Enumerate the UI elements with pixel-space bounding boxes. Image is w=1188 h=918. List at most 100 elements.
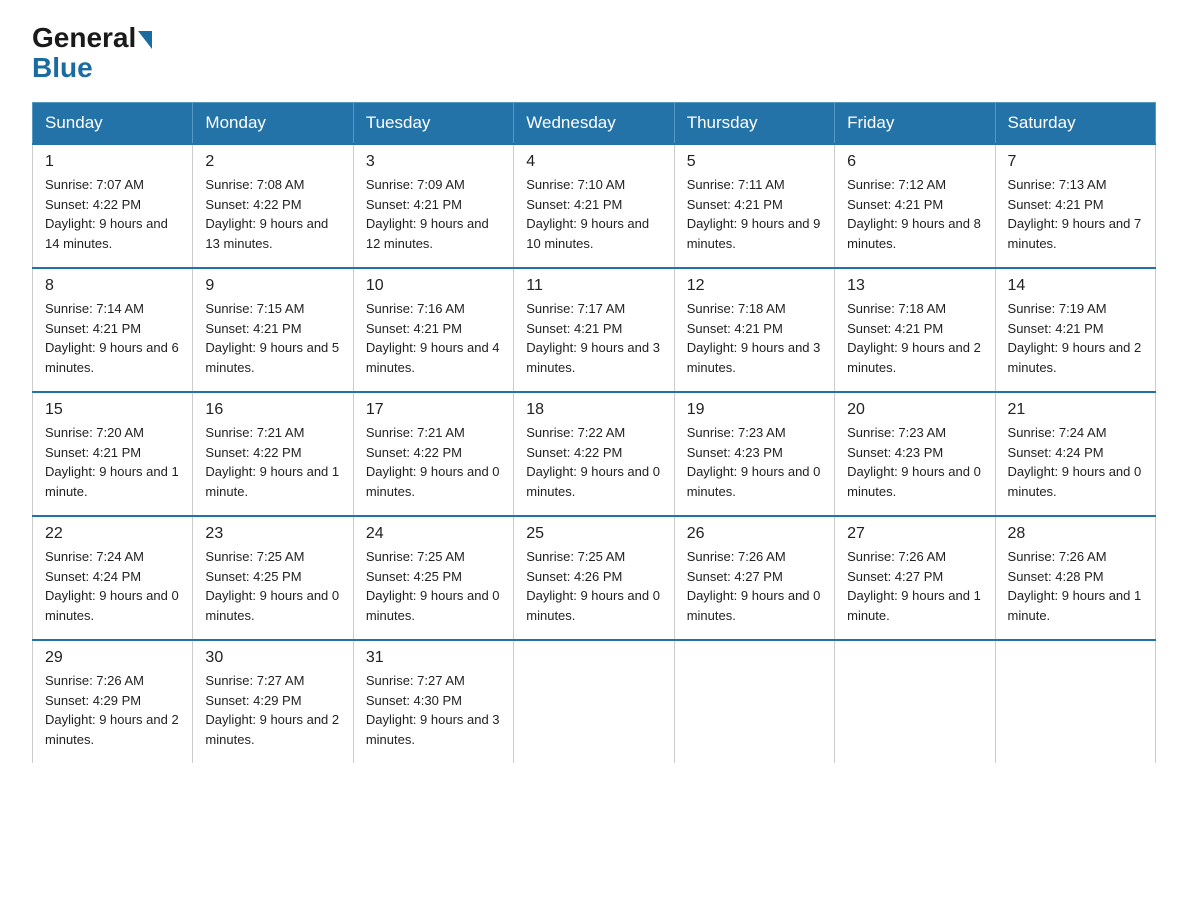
calendar-day-cell: 28 Sunrise: 7:26 AMSunset: 4:28 PMDayligh… — [995, 516, 1155, 640]
day-number: 24 — [366, 525, 501, 543]
day-number: 11 — [526, 277, 661, 295]
day-number: 1 — [45, 153, 180, 171]
calendar-week-row: 15 Sunrise: 7:20 AMSunset: 4:21 PMDayligh… — [33, 392, 1156, 516]
day-info: Sunrise: 7:11 AMSunset: 4:21 PMDaylight:… — [687, 175, 822, 253]
calendar-day-cell: 10 Sunrise: 7:16 AMSunset: 4:21 PMDayligh… — [353, 268, 513, 392]
day-number: 28 — [1008, 525, 1143, 543]
day-info: Sunrise: 7:19 AMSunset: 4:21 PMDaylight:… — [1008, 299, 1143, 377]
calendar-day-cell: 2 Sunrise: 7:08 AMSunset: 4:22 PMDaylight… — [193, 144, 353, 268]
day-number: 6 — [847, 153, 982, 171]
day-info: Sunrise: 7:08 AMSunset: 4:22 PMDaylight:… — [205, 175, 340, 253]
day-number: 3 — [366, 153, 501, 171]
calendar-day-cell: 26 Sunrise: 7:26 AMSunset: 4:27 PMDayligh… — [674, 516, 834, 640]
day-number: 21 — [1008, 401, 1143, 419]
calendar-day-cell: 16 Sunrise: 7:21 AMSunset: 4:22 PMDayligh… — [193, 392, 353, 516]
calendar-day-cell: 1 Sunrise: 7:07 AMSunset: 4:22 PMDaylight… — [33, 144, 193, 268]
calendar-header-tuesday: Tuesday — [353, 103, 513, 145]
day-info: Sunrise: 7:16 AMSunset: 4:21 PMDaylight:… — [366, 299, 501, 377]
day-info: Sunrise: 7:27 AMSunset: 4:30 PMDaylight:… — [366, 671, 501, 749]
day-info: Sunrise: 7:26 AMSunset: 4:28 PMDaylight:… — [1008, 547, 1143, 625]
calendar-header-row: SundayMondayTuesdayWednesdayThursdayFrid… — [33, 103, 1156, 145]
calendar-header-friday: Friday — [835, 103, 995, 145]
calendar-day-cell — [514, 640, 674, 763]
calendar-week-row: 22 Sunrise: 7:24 AMSunset: 4:24 PMDayligh… — [33, 516, 1156, 640]
day-number: 2 — [205, 153, 340, 171]
logo-blue-text: Blue — [32, 52, 93, 84]
day-info: Sunrise: 7:24 AMSunset: 4:24 PMDaylight:… — [45, 547, 180, 625]
day-number: 31 — [366, 649, 501, 667]
day-number: 12 — [687, 277, 822, 295]
calendar-day-cell: 4 Sunrise: 7:10 AMSunset: 4:21 PMDaylight… — [514, 144, 674, 268]
page-header: General Blue — [32, 24, 1156, 84]
day-number: 25 — [526, 525, 661, 543]
day-info: Sunrise: 7:25 AMSunset: 4:25 PMDaylight:… — [205, 547, 340, 625]
logo: General Blue — [32, 24, 152, 84]
calendar-day-cell: 19Sunrise: 7:23 AMSunset: 4:23 PMDayligh… — [674, 392, 834, 516]
day-number: 30 — [205, 649, 340, 667]
day-info: Sunrise: 7:13 AMSunset: 4:21 PMDaylight:… — [1008, 175, 1143, 253]
calendar-day-cell — [995, 640, 1155, 763]
day-number: 17 — [366, 401, 501, 419]
day-number: 10 — [366, 277, 501, 295]
calendar-day-cell: 27Sunrise: 7:26 AMSunset: 4:27 PMDayligh… — [835, 516, 995, 640]
calendar-day-cell — [674, 640, 834, 763]
day-info: Sunrise: 7:27 AMSunset: 4:29 PMDaylight:… — [205, 671, 340, 749]
day-info: Sunrise: 7:25 AMSunset: 4:25 PMDaylight:… — [366, 547, 501, 625]
day-number: 27 — [847, 525, 982, 543]
day-number: 4 — [526, 153, 661, 171]
day-info: Sunrise: 7:18 AMSunset: 4:21 PMDaylight:… — [687, 299, 822, 377]
day-info: Sunrise: 7:18 AMSunset: 4:21 PMDaylight:… — [847, 299, 982, 377]
calendar-week-row: 1 Sunrise: 7:07 AMSunset: 4:22 PMDaylight… — [33, 144, 1156, 268]
day-number: 7 — [1008, 153, 1143, 171]
day-info: Sunrise: 7:21 AMSunset: 4:22 PMDaylight:… — [205, 423, 340, 501]
logo-general-text: General — [32, 24, 136, 52]
calendar-day-cell: 7 Sunrise: 7:13 AMSunset: 4:21 PMDaylight… — [995, 144, 1155, 268]
day-info: Sunrise: 7:24 AMSunset: 4:24 PMDaylight:… — [1008, 423, 1143, 501]
day-info: Sunrise: 7:14 AMSunset: 4:21 PMDaylight:… — [45, 299, 180, 377]
day-number: 23 — [205, 525, 340, 543]
calendar-day-cell: 25 Sunrise: 7:25 AMSunset: 4:26 PMDayligh… — [514, 516, 674, 640]
logo-arrow-icon — [138, 31, 152, 49]
day-number: 26 — [687, 525, 822, 543]
day-info: Sunrise: 7:07 AMSunset: 4:22 PMDaylight:… — [45, 175, 180, 253]
calendar-day-cell: 3 Sunrise: 7:09 AMSunset: 4:21 PMDaylight… — [353, 144, 513, 268]
calendar-day-cell: 6 Sunrise: 7:12 AMSunset: 4:21 PMDaylight… — [835, 144, 995, 268]
calendar-day-cell: 30 Sunrise: 7:27 AMSunset: 4:29 PMDayligh… — [193, 640, 353, 763]
calendar-day-cell: 20Sunrise: 7:23 AMSunset: 4:23 PMDayligh… — [835, 392, 995, 516]
day-number: 29 — [45, 649, 180, 667]
day-info: Sunrise: 7:20 AMSunset: 4:21 PMDaylight:… — [45, 423, 180, 501]
day-number: 14 — [1008, 277, 1143, 295]
calendar-day-cell: 15 Sunrise: 7:20 AMSunset: 4:21 PMDayligh… — [33, 392, 193, 516]
day-number: 13 — [847, 277, 982, 295]
day-info: Sunrise: 7:12 AMSunset: 4:21 PMDaylight:… — [847, 175, 982, 253]
calendar-day-cell: 23 Sunrise: 7:25 AMSunset: 4:25 PMDayligh… — [193, 516, 353, 640]
calendar-day-cell: 22 Sunrise: 7:24 AMSunset: 4:24 PMDayligh… — [33, 516, 193, 640]
calendar-day-cell: 12 Sunrise: 7:18 AMSunset: 4:21 PMDayligh… — [674, 268, 834, 392]
day-number: 18 — [526, 401, 661, 419]
day-number: 15 — [45, 401, 180, 419]
day-info: Sunrise: 7:21 AMSunset: 4:22 PMDaylight:… — [366, 423, 501, 501]
calendar-day-cell: 18 Sunrise: 7:22 AMSunset: 4:22 PMDayligh… — [514, 392, 674, 516]
day-info: Sunrise: 7:26 AMSunset: 4:29 PMDaylight:… — [45, 671, 180, 749]
calendar-header-sunday: Sunday — [33, 103, 193, 145]
calendar-header-monday: Monday — [193, 103, 353, 145]
day-number: 20 — [847, 401, 982, 419]
day-info: Sunrise: 7:15 AMSunset: 4:21 PMDaylight:… — [205, 299, 340, 377]
day-number: 5 — [687, 153, 822, 171]
calendar-day-cell: 8 Sunrise: 7:14 AMSunset: 4:21 PMDaylight… — [33, 268, 193, 392]
day-info: Sunrise: 7:22 AMSunset: 4:22 PMDaylight:… — [526, 423, 661, 501]
day-number: 22 — [45, 525, 180, 543]
day-number: 9 — [205, 277, 340, 295]
day-info: Sunrise: 7:23 AMSunset: 4:23 PMDaylight:… — [687, 423, 822, 501]
day-info: Sunrise: 7:10 AMSunset: 4:21 PMDaylight:… — [526, 175, 661, 253]
day-info: Sunrise: 7:26 AMSunset: 4:27 PMDaylight:… — [687, 547, 822, 625]
day-info: Sunrise: 7:09 AMSunset: 4:21 PMDaylight:… — [366, 175, 501, 253]
day-info: Sunrise: 7:25 AMSunset: 4:26 PMDaylight:… — [526, 547, 661, 625]
calendar-day-cell: 5 Sunrise: 7:11 AMSunset: 4:21 PMDaylight… — [674, 144, 834, 268]
day-number: 8 — [45, 277, 180, 295]
calendar-day-cell — [835, 640, 995, 763]
calendar-day-cell: 9 Sunrise: 7:15 AMSunset: 4:21 PMDaylight… — [193, 268, 353, 392]
calendar-day-cell: 17 Sunrise: 7:21 AMSunset: 4:22 PMDayligh… — [353, 392, 513, 516]
day-number: 16 — [205, 401, 340, 419]
day-info: Sunrise: 7:17 AMSunset: 4:21 PMDaylight:… — [526, 299, 661, 377]
